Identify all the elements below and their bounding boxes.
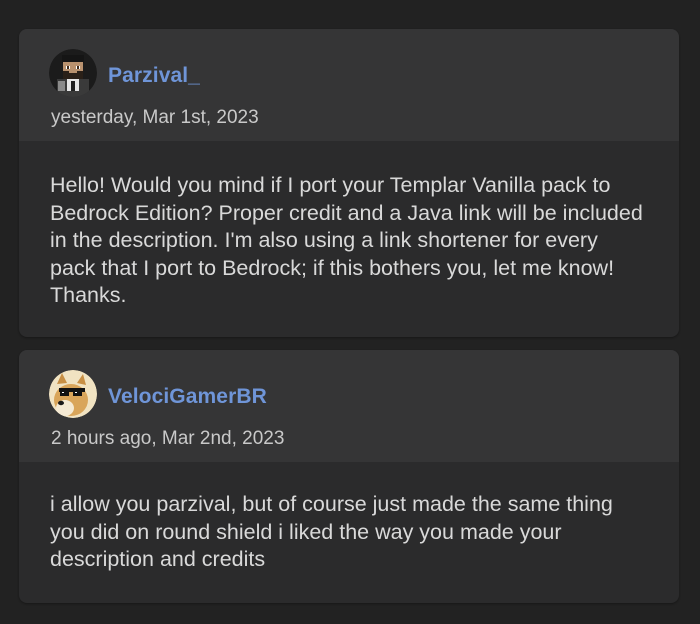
comment-card: VelociGamerBR 2 hours ago, Mar 2nd, 2023… <box>19 350 679 603</box>
comment-header: Parzival_ yesterday, Mar 1st, 2023 <box>19 29 679 141</box>
comment-card: Parzival_ yesterday, Mar 1st, 2023 Hello… <box>19 29 679 337</box>
comment-body: Hello! Would you mind if I port your Tem… <box>50 173 643 307</box>
comment-timestamp: yesterday, Mar 1st, 2023 <box>51 107 259 128</box>
pixel-character-avatar-icon[interactable] <box>49 49 97 97</box>
comment-body: i allow you parzival, but of course just… <box>50 492 613 571</box>
username-link[interactable]: Parzival_ <box>108 64 200 88</box>
doge-sunglasses-avatar-icon[interactable] <box>49 370 97 418</box>
comment-header: VelociGamerBR 2 hours ago, Mar 2nd, 2023 <box>19 350 679 462</box>
comment-timestamp: 2 hours ago, Mar 2nd, 2023 <box>51 428 285 449</box>
username-link[interactable]: VelociGamerBR <box>108 385 267 409</box>
comments-page: Parzival_ yesterday, Mar 1st, 2023 Hello… <box>0 0 700 624</box>
